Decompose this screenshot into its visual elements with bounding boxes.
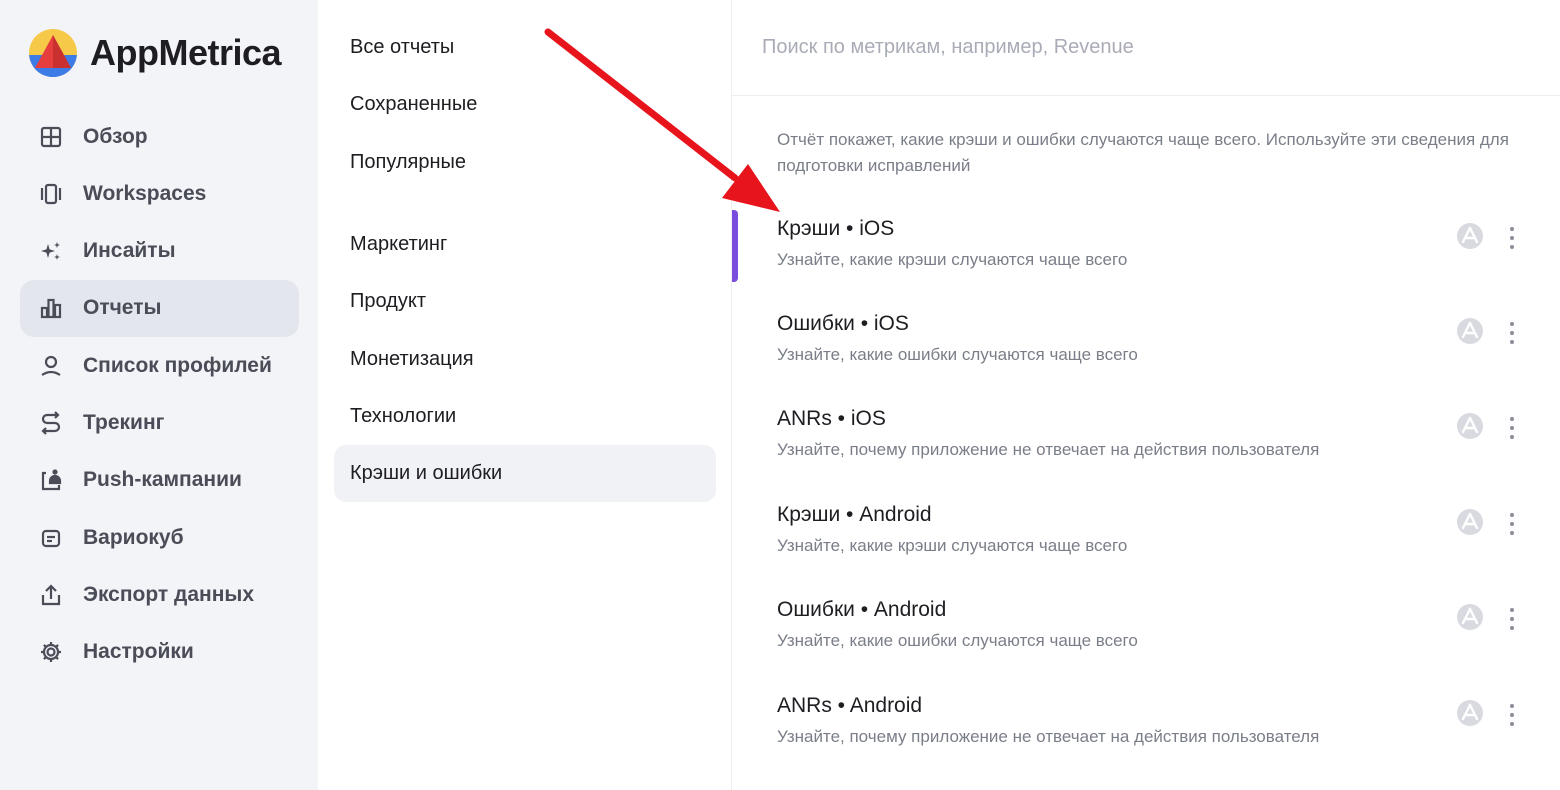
platform-icon[interactable] bbox=[1456, 412, 1484, 440]
selection-indicator bbox=[732, 210, 738, 282]
profile-icon bbox=[38, 353, 64, 379]
export-icon bbox=[38, 582, 64, 608]
report-title: Крэши • Android bbox=[777, 503, 932, 526]
sidebar-nav: Обзор Workspaces Инсайты Отчеты Список п… bbox=[20, 108, 299, 681]
more-options-icon[interactable] bbox=[1500, 222, 1524, 254]
report-item-anrs-ios[interactable]: ANRs • iOS Узнайте, почему приложение не… bbox=[732, 400, 1560, 472]
category-technologies[interactable]: Технологии bbox=[334, 388, 716, 445]
report-item-errors-android[interactable]: Ошибки • Android Узнайте, какие ошибки с… bbox=[732, 591, 1560, 663]
category-description: Отчёт покажет, какие крэши и ошибки случ… bbox=[777, 130, 1509, 175]
category-crashes-errors[interactable]: Крэши и ошибки bbox=[334, 445, 716, 502]
gear-icon bbox=[38, 639, 64, 665]
sidebar-item-label: Настройки bbox=[83, 640, 194, 664]
category-saved[interactable]: Сохраненные bbox=[334, 76, 716, 133]
more-options-icon[interactable] bbox=[1500, 603, 1524, 635]
report-item-crashes-ios[interactable]: Крэши • iOS Узнайте, какие крэши случают… bbox=[732, 210, 1560, 282]
report-subtitle: Узнайте, какие крэши случаются чаще всег… bbox=[777, 250, 1128, 269]
sidebar-item-label: Инсайты bbox=[83, 239, 176, 263]
report-item-errors-ios[interactable]: Ошибки • iOS Узнайте, какие ошибки случа… bbox=[732, 305, 1560, 377]
bar-chart-icon bbox=[38, 295, 64, 321]
sparkles-icon bbox=[38, 238, 64, 264]
more-options-icon[interactable] bbox=[1500, 412, 1524, 444]
sidebar-item-label: Вариокуб bbox=[83, 525, 184, 549]
search-input[interactable] bbox=[762, 30, 1522, 64]
app-logo[interactable]: AppMetrica bbox=[28, 28, 282, 78]
report-subtitle: Узнайте, какие крэши случаются чаще всег… bbox=[777, 536, 1128, 555]
more-options-icon[interactable] bbox=[1500, 699, 1524, 731]
search-bar bbox=[732, 0, 1560, 96]
report-item-anrs-android[interactable]: ANRs • Android Узнайте, почему приложени… bbox=[732, 687, 1560, 759]
sidebar-item-export[interactable]: Экспорт данных bbox=[20, 566, 299, 623]
platform-icon[interactable] bbox=[1456, 317, 1484, 345]
report-subtitle: Узнайте, какие ошибки случаются чаще все… bbox=[777, 345, 1138, 364]
sidebar-item-label: Отчеты bbox=[83, 296, 162, 320]
report-item-crashes-android[interactable]: Крэши • Android Узнайте, какие крэши слу… bbox=[732, 496, 1560, 568]
push-bell-icon bbox=[38, 467, 64, 493]
sidebar-item-label: Трекинг bbox=[83, 410, 165, 434]
report-title: ANRs • Android bbox=[777, 694, 923, 717]
more-options-icon[interactable] bbox=[1500, 508, 1524, 540]
category-monetization[interactable]: Монетизация bbox=[334, 331, 716, 388]
sidebar-item-insights[interactable]: Инсайты bbox=[20, 223, 299, 280]
report-subtitle: Узнайте, какие ошибки случаются чаще все… bbox=[777, 631, 1138, 650]
platform-icon[interactable] bbox=[1456, 603, 1484, 631]
sidebar-item-label: Обзор bbox=[83, 124, 148, 148]
category-product[interactable]: Продукт bbox=[334, 273, 716, 330]
sidebar-item-profiles[interactable]: Список профилей bbox=[20, 337, 299, 394]
grid-icon bbox=[38, 124, 64, 150]
category-marketing[interactable]: Маркетинг bbox=[334, 216, 716, 273]
platform-icon[interactable] bbox=[1456, 508, 1484, 536]
app-name: AppMetrica bbox=[90, 32, 282, 73]
platform-icon[interactable] bbox=[1456, 222, 1484, 250]
sidebar-item-label: Список профилей bbox=[83, 353, 272, 377]
sidebar-item-tracking[interactable]: Трекинг bbox=[20, 394, 299, 451]
cards-icon bbox=[38, 181, 64, 207]
reports-panel: Отчёт покажет, какие крэши и ошибки случ… bbox=[732, 0, 1560, 790]
report-title: Ошибки • iOS bbox=[777, 312, 909, 335]
route-icon bbox=[38, 410, 64, 436]
report-categories: Все отчеты Сохраненные Популярные Маркет… bbox=[318, 0, 732, 790]
sidebar-item-push[interactable]: Push-кампании bbox=[20, 452, 299, 509]
category-popular[interactable]: Популярные bbox=[334, 134, 716, 191]
sidebar-item-overview[interactable]: Обзор bbox=[20, 108, 299, 165]
platform-icon[interactable] bbox=[1456, 699, 1484, 727]
category-all-reports[interactable]: Все отчеты bbox=[334, 19, 716, 76]
sidebar-item-variocube[interactable]: Вариокуб bbox=[20, 509, 299, 566]
report-subtitle: Узнайте, почему приложение не отвечает н… bbox=[777, 440, 1320, 459]
variocube-icon bbox=[38, 525, 64, 551]
sidebar-item-workspaces[interactable]: Workspaces bbox=[20, 165, 299, 222]
sidebar-item-label: Экспорт данных bbox=[83, 582, 255, 606]
report-title: ANRs • iOS bbox=[777, 407, 886, 430]
sidebar-item-label: Workspaces bbox=[83, 181, 207, 205]
appmetrica-logo-icon bbox=[29, 29, 77, 77]
more-options-icon[interactable] bbox=[1500, 317, 1524, 349]
sidebar-item-reports[interactable]: Отчеты bbox=[20, 279, 299, 337]
report-title: Ошибки • Android bbox=[777, 598, 947, 621]
report-title: Крэши • iOS bbox=[777, 217, 895, 240]
main-sidebar: AppMetrica Обзор Workspaces Инсайты Отче… bbox=[0, 0, 318, 790]
report-subtitle: Узнайте, почему приложение не отвечает н… bbox=[777, 727, 1320, 746]
sidebar-item-label: Push-кампании bbox=[83, 468, 242, 492]
sidebar-item-settings[interactable]: Настройки bbox=[20, 624, 299, 681]
